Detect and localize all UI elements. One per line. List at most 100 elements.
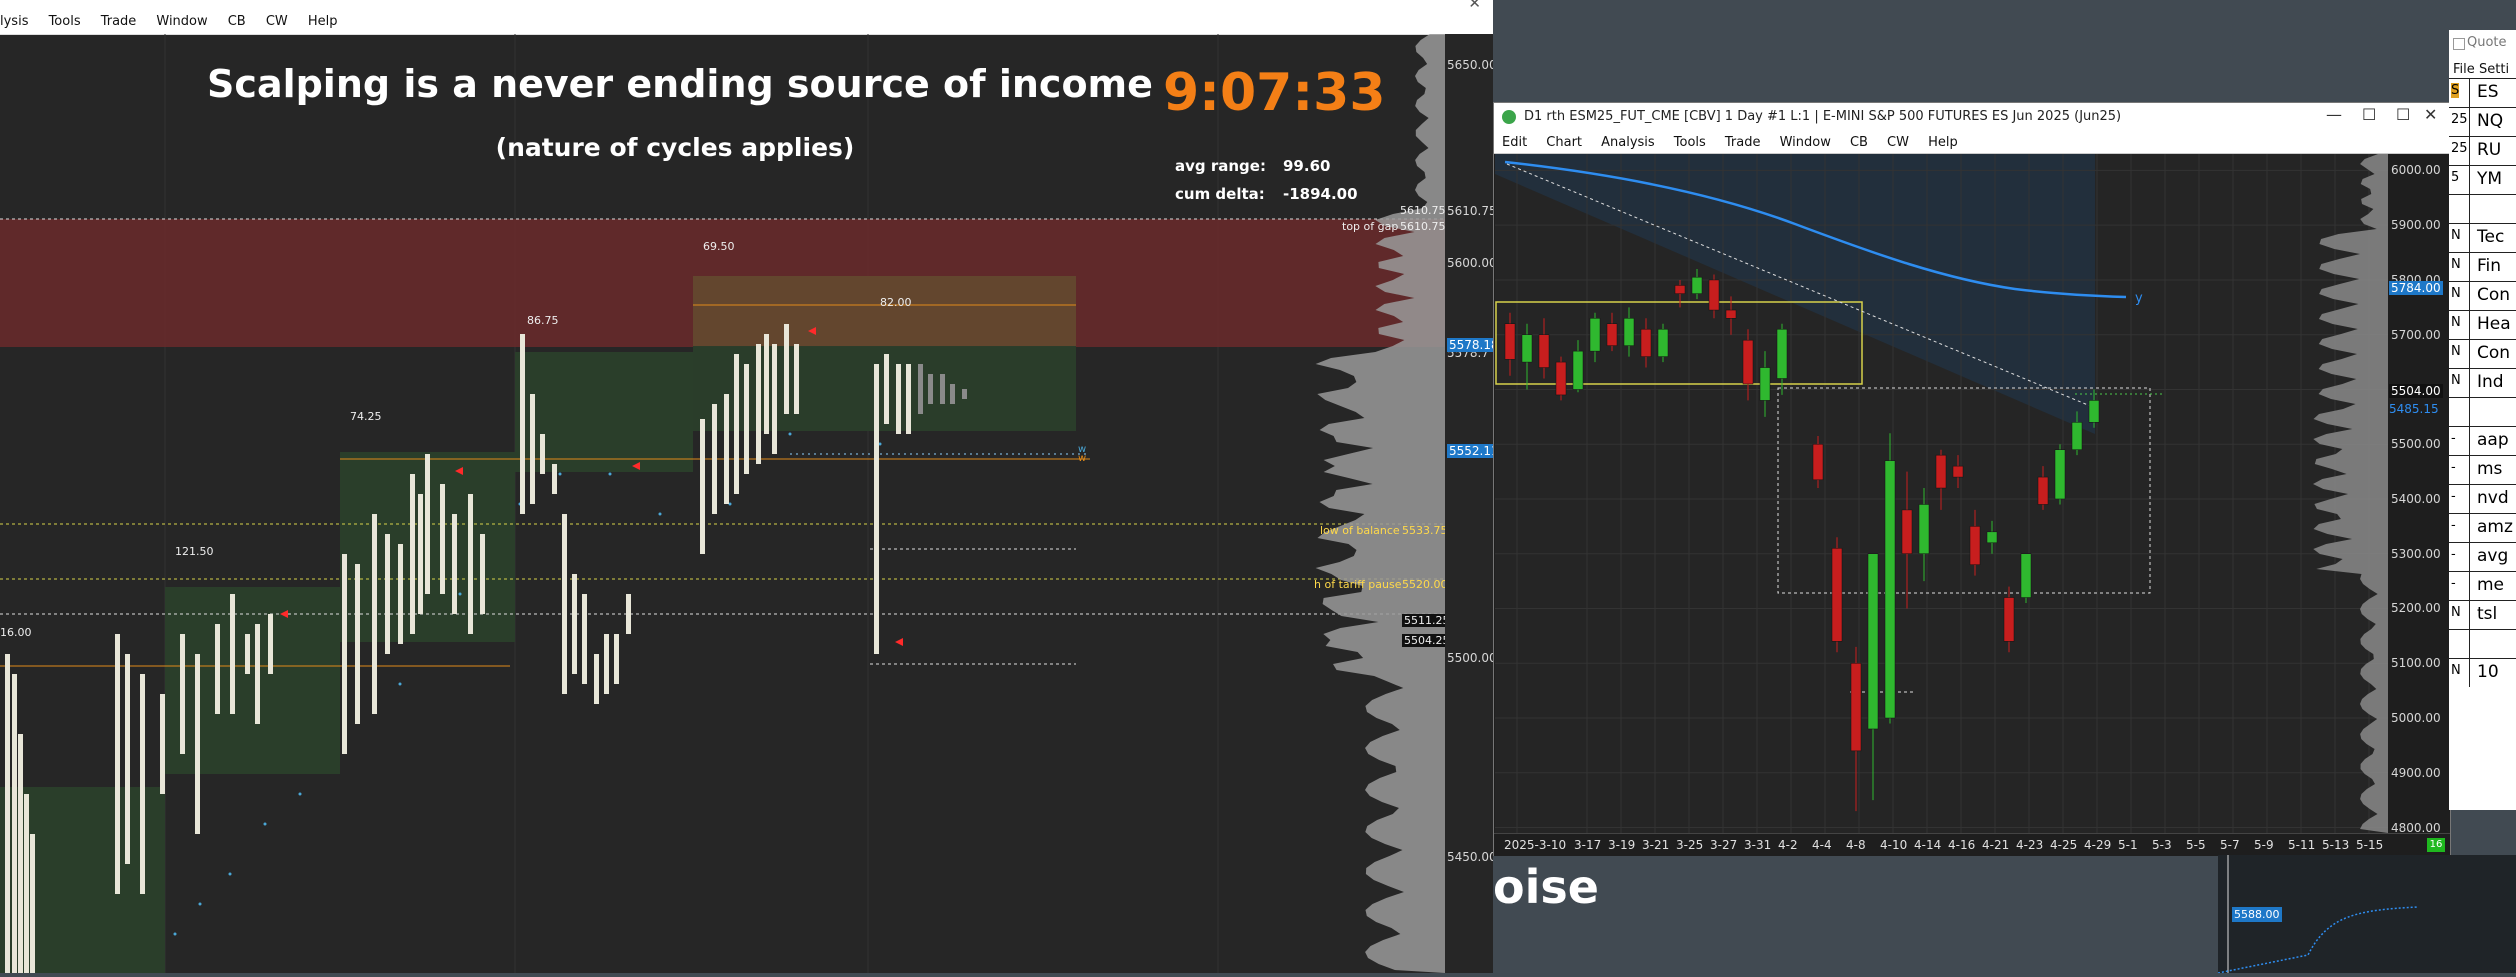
- left-window-menubar: lysis Tools Trade Window CB CW Help: [0, 10, 1493, 35]
- top-of-gap-label: top of gap: [1342, 220, 1399, 233]
- bottom-mini-chart[interactable]: 5588.00: [2217, 855, 2516, 974]
- quote-row[interactable]: - me: [2449, 571, 2516, 600]
- quote-row-symbol: avg: [2477, 546, 2509, 566]
- quote-row[interactable]: [2449, 194, 2516, 223]
- menu-cw[interactable]: CW: [266, 10, 288, 34]
- menu-tools[interactable]: Tools: [49, 10, 81, 34]
- footprint-bar: [5, 654, 10, 973]
- footprint-bar: [440, 484, 445, 594]
- footprint-bar: [962, 389, 967, 399]
- menu-cw[interactable]: CW: [1887, 132, 1909, 154]
- footprint-bar: [700, 419, 705, 554]
- footprint-bar: [764, 334, 769, 434]
- footprint-bar: [410, 474, 415, 634]
- footprint-bar: [245, 634, 250, 674]
- menu-cb[interactable]: CB: [228, 10, 246, 34]
- quote-row[interactable]: N Tec: [2449, 223, 2516, 252]
- footprint-bar: [195, 654, 200, 834]
- menu-analysis[interactable]: lysis: [0, 10, 28, 34]
- footprint-bar: [940, 374, 945, 404]
- left-price-axis[interactable]: 5650.00 5610.75 5600.00 5578.7 5578.18 5…: [1445, 34, 1493, 973]
- footprint-bar: [160, 694, 165, 794]
- candle-body: [1812, 443, 1824, 481]
- quote-row[interactable]: N Fin: [2449, 252, 2516, 281]
- quote-row[interactable]: [2449, 629, 2516, 658]
- quote-row[interactable]: S ES: [2449, 78, 2516, 107]
- footprint-bar: [572, 574, 577, 674]
- quote-row-symbol: 10: [2477, 662, 2499, 682]
- close-icon[interactable]: ✕: [2424, 105, 2437, 124]
- quote-row[interactable]: 5 YM: [2449, 165, 2516, 194]
- menu-settings[interactable]: Setti: [2479, 62, 2509, 77]
- date-tick: 5-1: [2118, 838, 2138, 852]
- quote-row-symbol: Hea: [2477, 314, 2511, 334]
- menu-help[interactable]: Help: [1928, 132, 1958, 154]
- footprint-bar: [906, 364, 911, 434]
- menu-tools[interactable]: Tools: [1674, 132, 1706, 154]
- quote-row[interactable]: N Ind: [2449, 368, 2516, 397]
- daily-candlestick-chart[interactable]: y: [1495, 154, 2388, 833]
- quote-row[interactable]: - nvd: [2449, 484, 2516, 513]
- session-clock: 9:07:33: [1163, 63, 1386, 123]
- axis-tick: 5610.75: [1447, 204, 1493, 218]
- quote-row[interactable]: N 10: [2449, 658, 2516, 687]
- menu-cb[interactable]: CB: [1850, 132, 1868, 154]
- quote-row[interactable]: - amz: [2449, 513, 2516, 542]
- candle-body: [2054, 449, 2066, 500]
- quote-row[interactable]: 25 RU: [2449, 136, 2516, 165]
- axis-tick: 6000.00: [2391, 163, 2441, 178]
- daily-price-axis[interactable]: 6000.005900.005800.005700.005600.005500.…: [2387, 154, 2449, 835]
- minimize-icon[interactable]: —: [2326, 105, 2342, 124]
- avg-range-value: 99.60: [1283, 157, 1331, 175]
- quote-row-symbol: Fin: [2477, 256, 2502, 276]
- tariff-pause-price: 5520.00: [1402, 578, 1448, 591]
- left-window-titlebar[interactable]: [0, 0, 1493, 10]
- menu-edit[interactable]: Edit: [1502, 132, 1527, 154]
- quote-row[interactable]: N Con: [2449, 339, 2516, 368]
- candle-body: [1901, 509, 1913, 554]
- maximize-icon[interactable]: ☐: [2396, 105, 2410, 124]
- candle-body: [1884, 460, 1896, 719]
- menu-help[interactable]: Help: [308, 10, 338, 34]
- quote-row-symbol: ms: [2477, 459, 2503, 479]
- axis-price-highlight: 5504.00: [2389, 384, 2443, 398]
- range-label: 69.50: [703, 240, 735, 253]
- daily-chart-window: D1 rth ESM25_FUT_CME [CBV] 1 Day #1 L:1 …: [1493, 102, 2451, 856]
- candle-body: [2088, 400, 2100, 423]
- axis-tick: 5500.00: [1447, 651, 1493, 665]
- footprint-bar: [928, 374, 933, 404]
- quote-row[interactable]: N Hea: [2449, 310, 2516, 339]
- daily-window-titlebar[interactable]: D1 rth ESM25_FUT_CME [CBV] 1 Day #1 L:1 …: [1494, 103, 2450, 131]
- footprint-bar: [626, 594, 631, 634]
- footprint-bar: [724, 394, 729, 504]
- footprint-bar: [874, 364, 879, 654]
- quote-row[interactable]: - aap: [2449, 426, 2516, 455]
- candle-body: [1691, 276, 1703, 294]
- candle-body: [1640, 328, 1652, 357]
- menu-window[interactable]: Window: [156, 10, 207, 34]
- footprint-bar: [604, 634, 609, 694]
- menu-window[interactable]: Window: [1780, 132, 1831, 154]
- quote-row-flag: N: [2451, 286, 2461, 301]
- menu-trade[interactable]: Trade: [101, 10, 137, 34]
- quote-row[interactable]: - ms: [2449, 455, 2516, 484]
- menu-trade[interactable]: Trade: [1725, 132, 1761, 154]
- footprint-bar: [385, 534, 390, 654]
- axis-tick: 5600.00: [1447, 256, 1493, 270]
- menu-chart[interactable]: Chart: [1546, 132, 1582, 154]
- quote-row[interactable]: [2449, 397, 2516, 426]
- quote-row[interactable]: 25 NQ: [2449, 107, 2516, 136]
- date-tick: 4-10: [1880, 838, 1908, 852]
- date-tick: 4-14: [1914, 838, 1942, 852]
- daily-date-axis[interactable]: 2025-3-10 3-17 3-19 3-21 3-25 3-27 3-31 4-2 4-4 4…: [1494, 833, 2450, 856]
- footprint-bar: [784, 324, 789, 414]
- quote-row[interactable]: N Con: [2449, 281, 2516, 310]
- menu-analysis[interactable]: Analysis: [1601, 132, 1655, 154]
- low-of-balance-label: low of balance: [1320, 524, 1400, 537]
- menu-file[interactable]: File: [2453, 62, 2475, 77]
- quote-row[interactable]: - avg: [2449, 542, 2516, 571]
- quote-row-symbol: RU: [2477, 140, 2502, 160]
- restore-icon[interactable]: ☐: [2362, 105, 2376, 124]
- balance-box: [165, 587, 340, 774]
- quote-row[interactable]: Ntsl: [2449, 600, 2516, 629]
